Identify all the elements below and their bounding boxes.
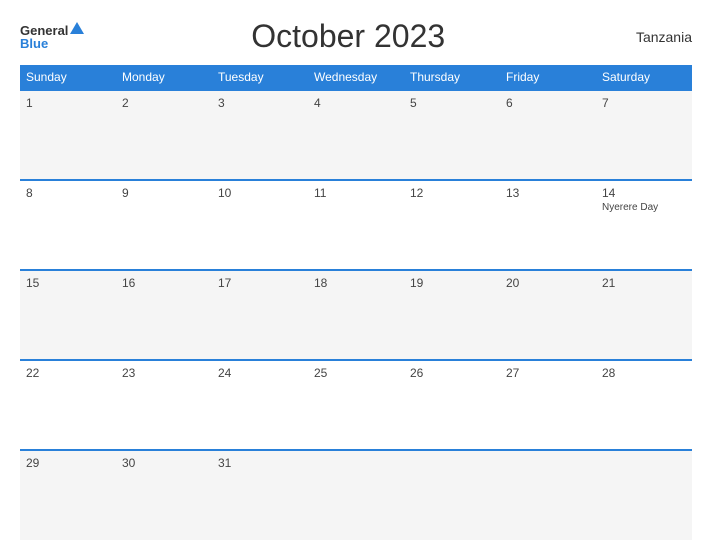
day-number: 31 [218, 456, 302, 470]
day-number: 28 [602, 366, 686, 380]
calendar-cell: 14 Nyerere Day [596, 180, 692, 270]
day-number: 25 [314, 366, 398, 380]
country-label: Tanzania [612, 29, 692, 45]
calendar-cell: 6 [500, 90, 596, 180]
calendar-cell [500, 450, 596, 540]
calendar-cell: 19 [404, 270, 500, 360]
logo-general-text: General [20, 24, 68, 37]
calendar-title: October 2023 [84, 18, 612, 55]
day-number: 7 [602, 96, 686, 110]
calendar-cell: 28 [596, 360, 692, 450]
day-number: 18 [314, 276, 398, 290]
day-number: 20 [506, 276, 590, 290]
day-number: 2 [122, 96, 206, 110]
calendar-cell: 8 [20, 180, 116, 270]
calendar-cell: 9 [116, 180, 212, 270]
calendar-cell: 20 [500, 270, 596, 360]
calendar-cell: 10 [212, 180, 308, 270]
day-number: 9 [122, 186, 206, 200]
day-number: 4 [314, 96, 398, 110]
calendar-cell [404, 450, 500, 540]
day-number: 24 [218, 366, 302, 380]
calendar-cell: 27 [500, 360, 596, 450]
day-number: 1 [26, 96, 110, 110]
header-friday: Friday [500, 65, 596, 90]
calendar-cell: 12 [404, 180, 500, 270]
day-number: 14 [602, 186, 686, 200]
logo-triangle-icon [70, 22, 84, 34]
calendar-cell: 13 [500, 180, 596, 270]
day-number: 23 [122, 366, 206, 380]
calendar-week-row: 1234567 [20, 90, 692, 180]
day-number: 21 [602, 276, 686, 290]
day-number: 26 [410, 366, 494, 380]
calendar-cell: 3 [212, 90, 308, 180]
day-number: 22 [26, 366, 110, 380]
days-header-row: Sunday Monday Tuesday Wednesday Thursday… [20, 65, 692, 90]
logo: General Blue [20, 24, 84, 50]
logo-blue-text: Blue [20, 37, 48, 50]
calendar-page: General Blue October 2023 Tanzania Sunda… [0, 0, 712, 550]
day-number: 29 [26, 456, 110, 470]
day-number: 30 [122, 456, 206, 470]
calendar-week-row: 29 30 31 [20, 450, 692, 540]
day-number: 11 [314, 186, 398, 200]
day-number: 13 [506, 186, 590, 200]
calendar-cell: 24 [212, 360, 308, 450]
header-tuesday: Tuesday [212, 65, 308, 90]
calendar-cell: 16 [116, 270, 212, 360]
header-wednesday: Wednesday [308, 65, 404, 90]
day-number: 27 [506, 366, 590, 380]
calendar-cell: 30 [116, 450, 212, 540]
calendar-week-row: 89 10 11 12 13 14 Nyerere Day [20, 180, 692, 270]
calendar-table: Sunday Monday Tuesday Wednesday Thursday… [20, 65, 692, 540]
calendar-cell: 26 [404, 360, 500, 450]
calendar-cell: 21 [596, 270, 692, 360]
day-number: 12 [410, 186, 494, 200]
calendar-cell: 25 [308, 360, 404, 450]
calendar-cell: 17 [212, 270, 308, 360]
day-number: 3 [218, 96, 302, 110]
calendar-cell: 2 [116, 90, 212, 180]
calendar-week-row: 15 16 17 18 19 20 21 [20, 270, 692, 360]
header-monday: Monday [116, 65, 212, 90]
header-thursday: Thursday [404, 65, 500, 90]
calendar-cell: 15 [20, 270, 116, 360]
calendar-cell: 5 [404, 90, 500, 180]
calendar-cell [308, 450, 404, 540]
calendar-cell: 22 [20, 360, 116, 450]
day-number: 5 [410, 96, 494, 110]
calendar-cell: 31 [212, 450, 308, 540]
day-number: 8 [26, 186, 110, 200]
day-number: 16 [122, 276, 206, 290]
day-number: 10 [218, 186, 302, 200]
day-number: 19 [410, 276, 494, 290]
calendar-cell: 23 [116, 360, 212, 450]
day-number: 6 [506, 96, 590, 110]
day-number: 17 [218, 276, 302, 290]
holiday-name: Nyerere Day [602, 202, 686, 213]
header: General Blue October 2023 Tanzania [20, 18, 692, 55]
day-number: 15 [26, 276, 110, 290]
calendar-cell: 1 [20, 90, 116, 180]
calendar-cell: 11 [308, 180, 404, 270]
calendar-cell: 4 [308, 90, 404, 180]
calendar-cell [596, 450, 692, 540]
header-saturday: Saturday [596, 65, 692, 90]
calendar-cell: 29 [20, 450, 116, 540]
header-sunday: Sunday [20, 65, 116, 90]
calendar-week-row: 22 23 24 25 26 27 28 [20, 360, 692, 450]
calendar-cell: 18 [308, 270, 404, 360]
calendar-cell: 7 [596, 90, 692, 180]
